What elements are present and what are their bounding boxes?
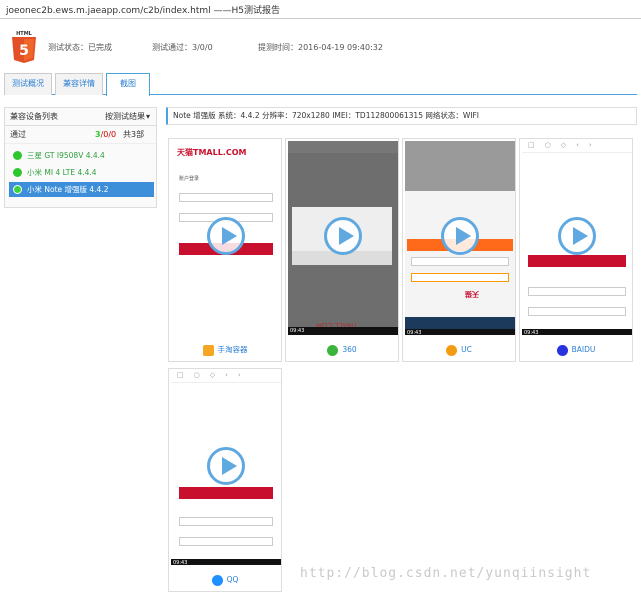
login-title: 账户登录: [179, 176, 200, 182]
tab-compat-details[interactable]: 兼容详情: [55, 73, 103, 95]
browser-caption: 360: [286, 343, 398, 357]
uc-icon: [446, 344, 458, 356]
browser-caption: BAIDU: [520, 343, 632, 357]
device-info-bar: Note 增强版 系统：4.4.2 分辨率：720x1280 IMEI：TD11…: [166, 107, 637, 125]
url-title-bar: joeonec2b.ews.m.jaeapp.com/c2b/index.htm…: [0, 0, 641, 19]
play-icon[interactable]: [207, 447, 245, 485]
screenshot: 天猫 09:43: [405, 141, 515, 335]
test-status: 测试状态：已完成: [48, 43, 112, 52]
html5-logo: HTML 5: [12, 31, 36, 63]
test-time: 提测时间：2016-04-19 09:40:32: [258, 43, 383, 52]
device-sidebar: 兼容设备列表 按测试结果 ▾ 通过 3/0/0 共3部 三星 GT I9508V…: [4, 107, 157, 208]
play-icon[interactable]: [207, 217, 245, 255]
browser-caption: UC: [403, 343, 515, 357]
browser-caption: 手淘容器: [169, 343, 281, 357]
summary-label: 通过: [10, 130, 26, 139]
sidebar-title: 兼容设备列表: [10, 112, 58, 121]
play-icon[interactable]: [324, 217, 362, 255]
screenshot: TMALL.COM 09:43: [288, 141, 398, 335]
summary-total: 共3部: [123, 130, 145, 139]
screenshot: □○◇‹› 09:43: [171, 371, 281, 565]
device-label: 小米 MI 4 LTE 4.4.4: [27, 168, 97, 177]
screenshot-card-360[interactable]: TMALL.COM 09:43 360: [285, 138, 399, 362]
watermark: http://blog.csdn.net/yunqiinsight: [300, 566, 592, 581]
screenshot: 天猫TMALL.COM 账户登录: [171, 141, 281, 335]
sidebar-summary: 通过 3/0/0 共3部: [5, 126, 156, 144]
screenshot-card-uc[interactable]: 天猫 09:43 UC: [402, 138, 516, 362]
taobao-icon: [202, 344, 214, 356]
screenshot-card-baidu[interactable]: □○◇‹› 09:43 BAIDU: [519, 138, 633, 362]
browser-toolbar: □○◇‹›: [171, 371, 281, 383]
svg-text:5: 5: [19, 43, 29, 59]
browser-caption: QQ: [169, 573, 281, 587]
baidu-icon: [556, 344, 568, 356]
tab-screenshots[interactable]: 截图: [106, 73, 150, 96]
chevron-down-icon[interactable]: ▾: [146, 108, 150, 126]
tmall-logo: 天猫TMALL.COM: [177, 148, 247, 157]
device-label: 三星 GT I9508V 4.4.4: [27, 151, 105, 160]
status-dot-icon: [13, 151, 22, 160]
device-item[interactable]: 小米 MI 4 LTE 4.4.4: [9, 165, 154, 180]
play-icon[interactable]: [558, 217, 596, 255]
svg-text:HTML: HTML: [16, 31, 33, 37]
screenshot: □○◇‹› 09:43: [522, 141, 632, 335]
status-dot-icon: [13, 168, 22, 177]
360-icon: [327, 344, 339, 356]
screenshot-card-qq[interactable]: □○◇‹› 09:43 QQ: [168, 368, 282, 592]
tab-bar: 测试概况 兼容详情 截图: [4, 73, 637, 96]
summary-rest: /0/0: [100, 130, 117, 139]
device-item-selected[interactable]: 小米 Note 增强版 4.4.2: [9, 182, 154, 197]
filter-select[interactable]: 按测试结果: [105, 108, 145, 126]
device-item[interactable]: 三星 GT I9508V 4.4.4: [9, 148, 154, 163]
qq-browser-icon: [211, 574, 223, 586]
sidebar-header: 兼容设备列表 按测试结果 ▾: [5, 108, 156, 126]
test-pass-count: 测试通过：3/0/0: [152, 43, 213, 52]
screenshot-card-taobao[interactable]: 天猫TMALL.COM 账户登录 手淘容器: [168, 138, 282, 362]
browser-toolbar: □○◇‹›: [522, 141, 632, 153]
tab-overview[interactable]: 测试概况: [4, 73, 52, 95]
play-icon[interactable]: [441, 217, 479, 255]
device-label: 小米 Note 增强版 4.4.2: [27, 185, 109, 194]
status-dot-icon: [13, 185, 22, 194]
